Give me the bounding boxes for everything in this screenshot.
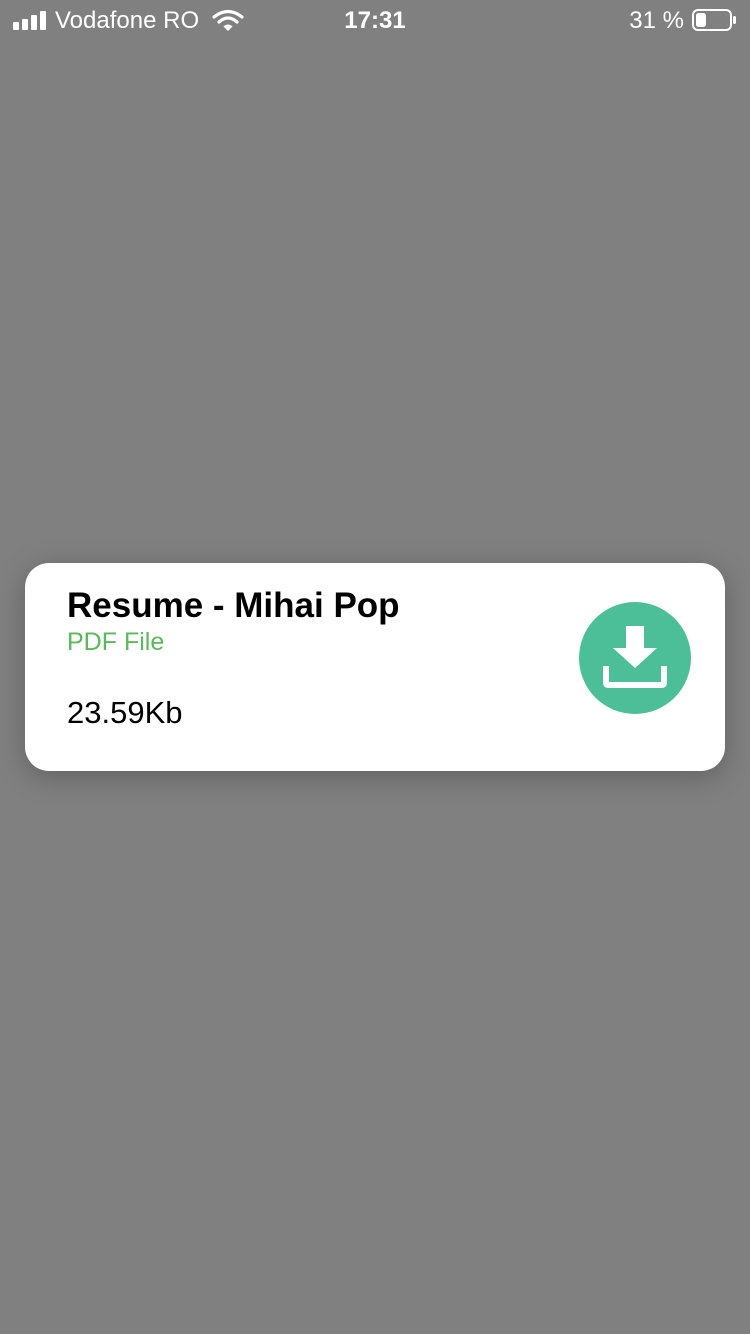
file-card: Resume - Mihai Pop PDF File 23.59Kb <box>25 563 725 771</box>
battery-icon <box>692 9 736 31</box>
battery-percentage: 31 % <box>629 7 684 34</box>
status-bar: Vodafone RO 17:31 31 % <box>0 0 750 40</box>
file-size-label: 23.59Kb <box>67 695 183 730</box>
file-title: Resume - Mihai Pop <box>67 586 400 625</box>
file-type-label: PDF File <box>67 628 165 656</box>
download-icon <box>603 626 667 688</box>
download-button[interactable] <box>579 602 691 714</box>
